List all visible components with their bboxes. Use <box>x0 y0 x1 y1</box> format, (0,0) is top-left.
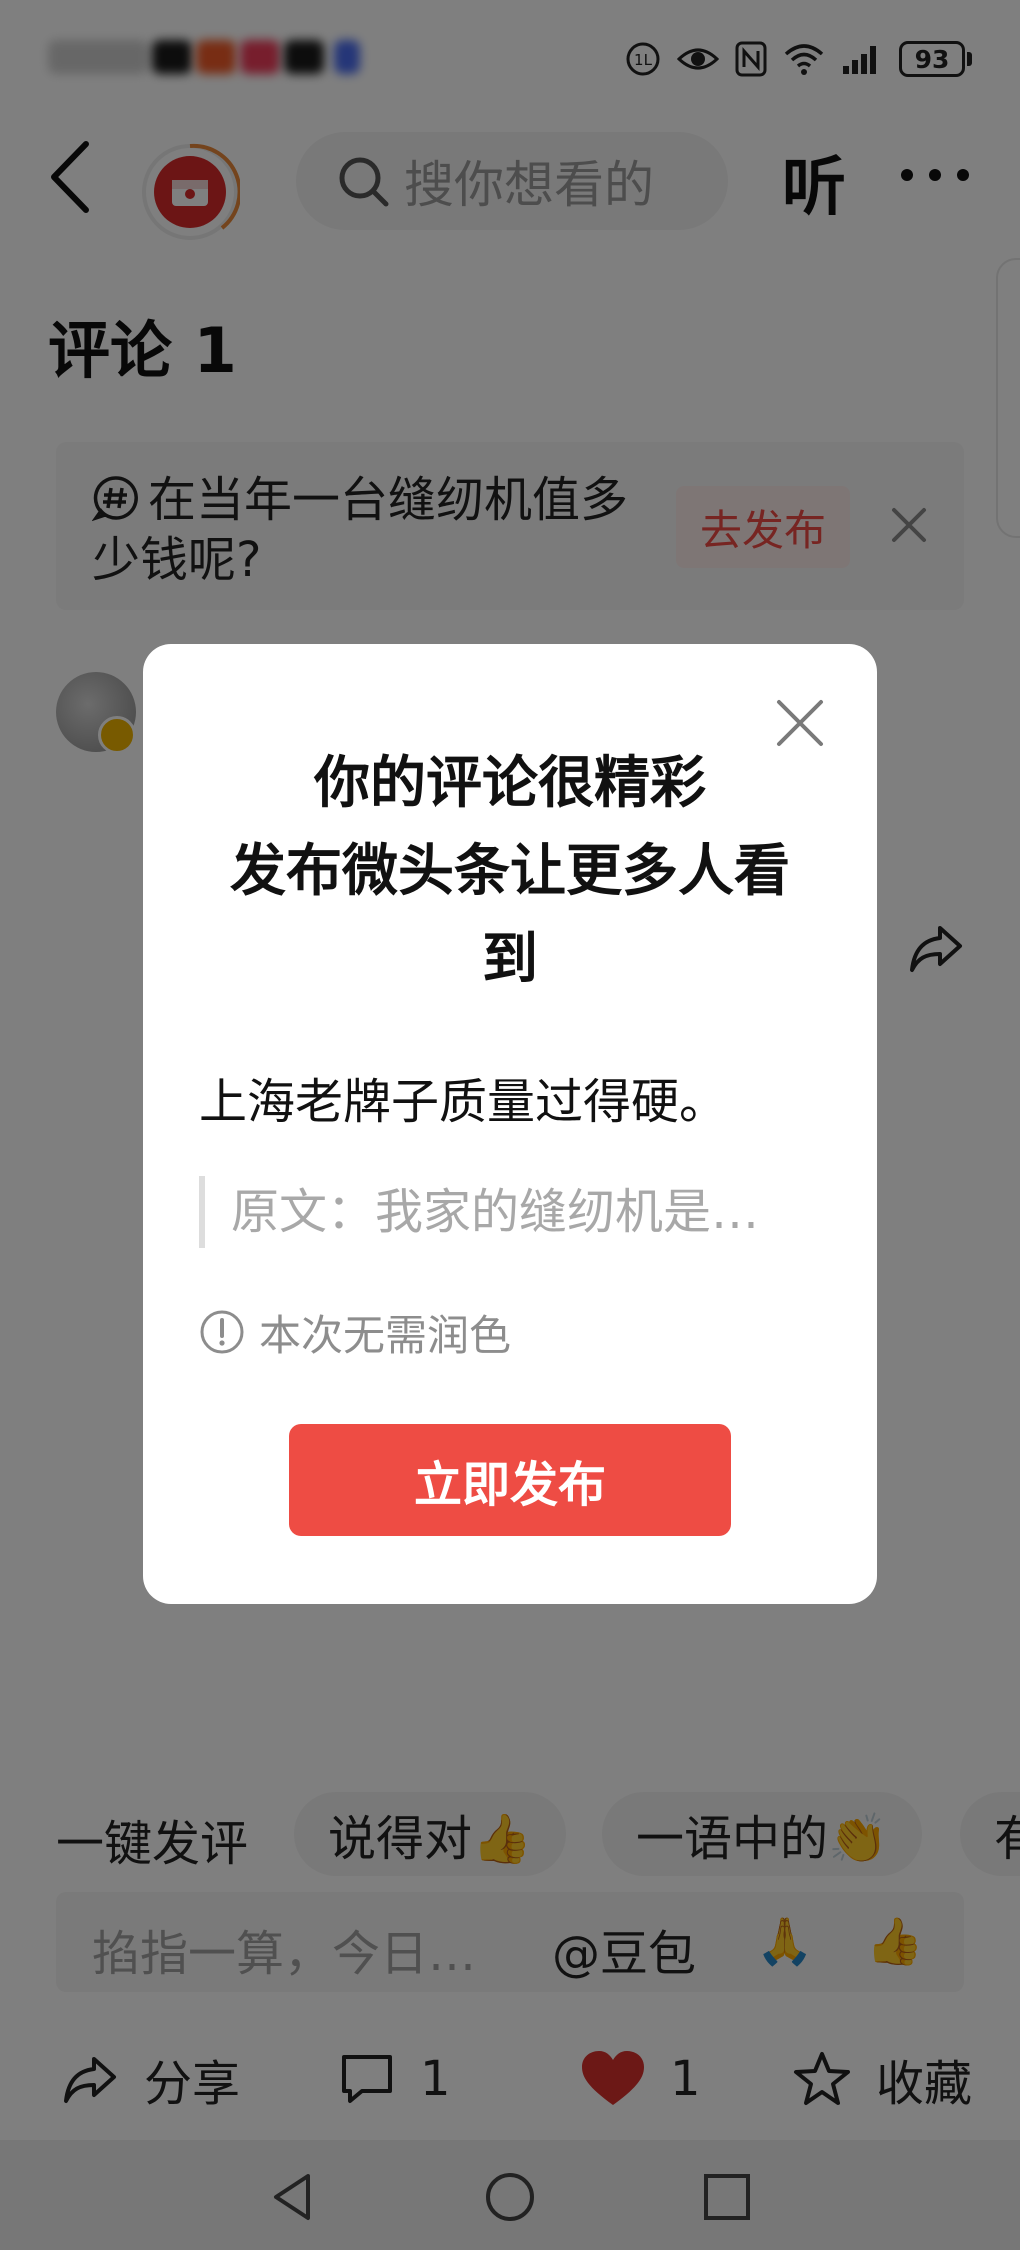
nav-home-icon[interactable] <box>483 2170 537 2224</box>
publish-dialog: 你的评论很精彩 发布微头条让更多人看 到 上海老牌子质量过得硬。 原文：我家的缝… <box>143 644 877 1604</box>
dialog-title-line: 你的评论很精彩 <box>314 751 706 816</box>
dialog-title: 你的评论很精彩 发布微头条让更多人看 到 <box>203 740 817 1004</box>
publish-now-button[interactable]: 立即发布 <box>289 1424 731 1536</box>
info-icon <box>200 1310 244 1354</box>
polish-hint: 本次无需润色 <box>199 1304 511 1360</box>
nav-recents-icon[interactable] <box>700 2170 754 2224</box>
system-nav-bar <box>0 2140 1020 2250</box>
comment-text: 上海老牌子质量过得硬。 <box>199 1074 728 1130</box>
dialog-title-line: 到 <box>482 927 538 992</box>
original-quote: 原文：我家的缝纫机是… <box>199 1176 799 1248</box>
nav-back-icon[interactable] <box>266 2170 320 2224</box>
dialog-title-line: 发布微头条让更多人看 <box>230 839 790 904</box>
polish-hint-text: 本次无需润色 <box>259 1310 512 1360</box>
